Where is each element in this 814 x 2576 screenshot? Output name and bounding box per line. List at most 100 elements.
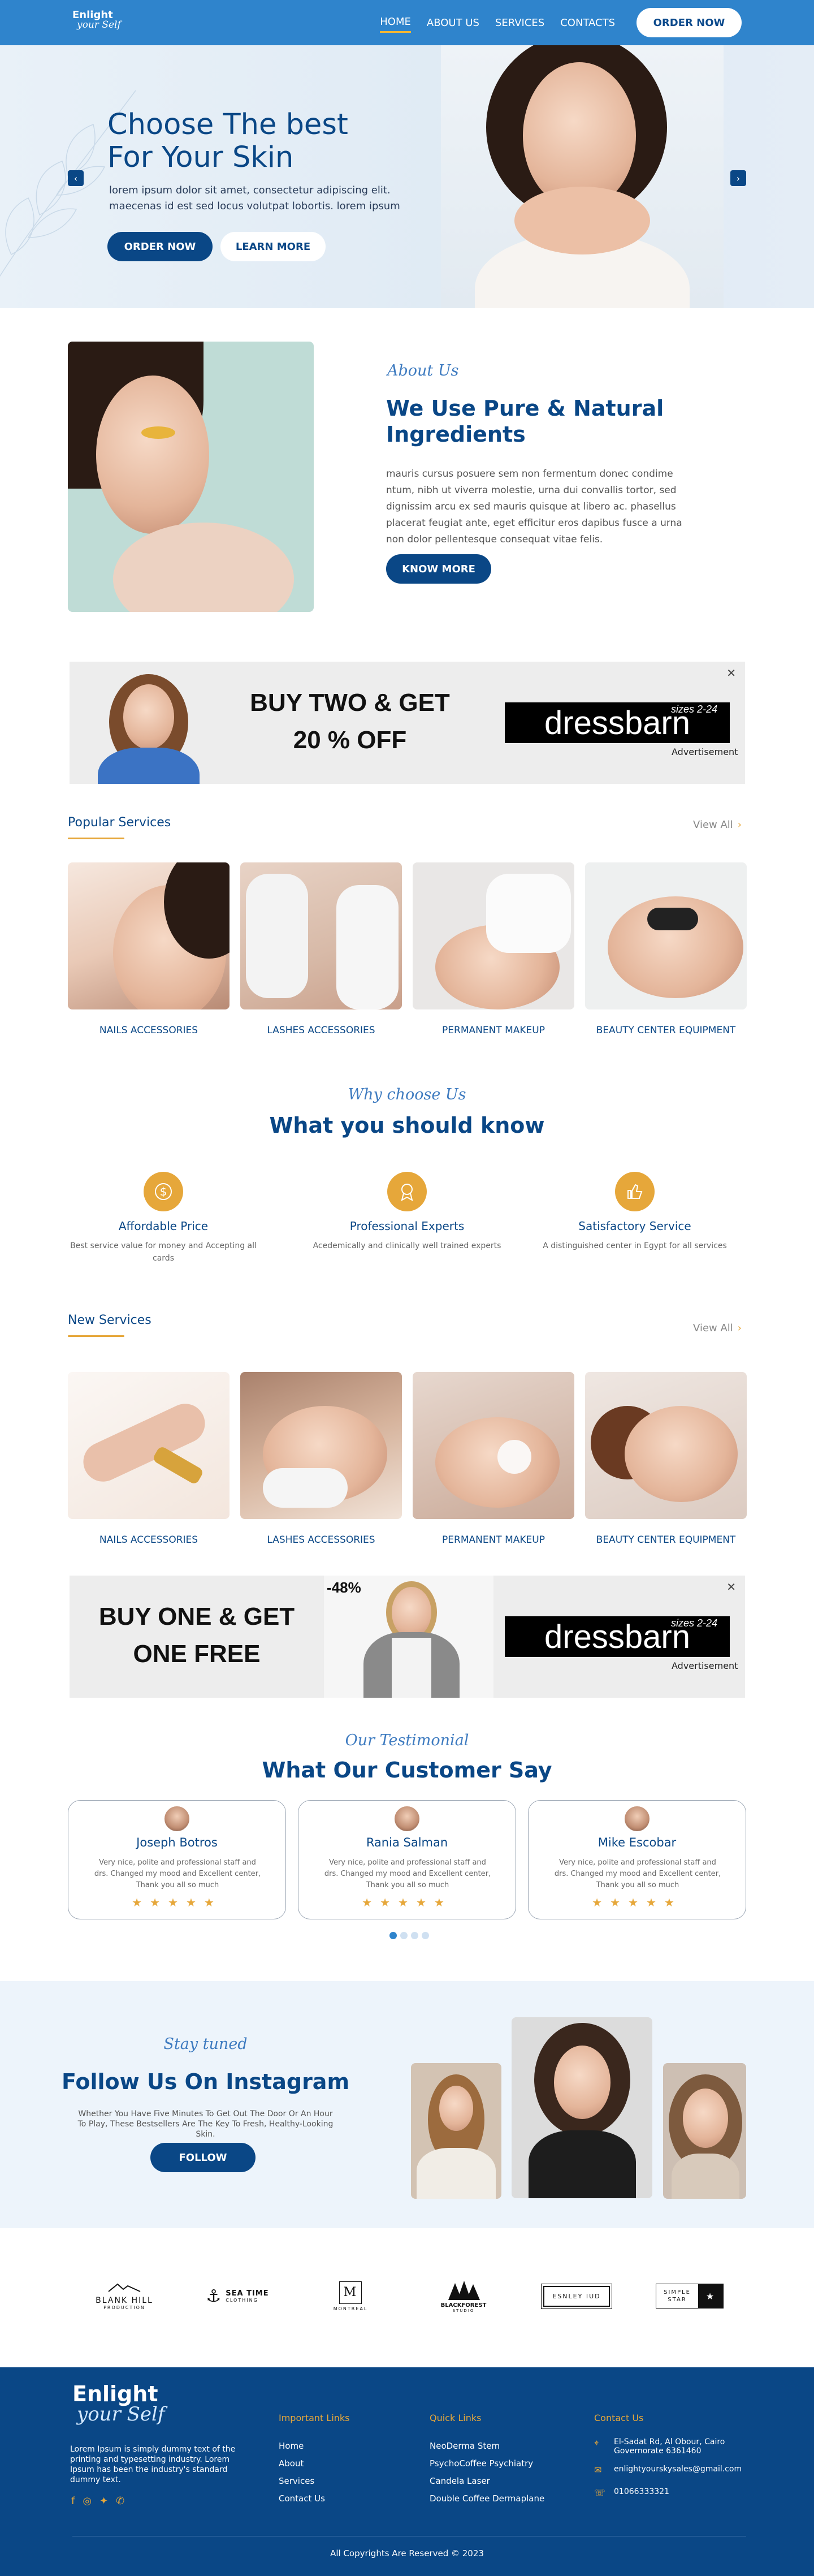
instagram-description: Whether You Have Five Minutes To Get Out…	[77, 2109, 334, 2139]
know-more-button[interactable]: KNOW MORE	[386, 554, 491, 584]
footer-description: Lorem Ipsum is simply dummy text of the …	[70, 2445, 236, 2484]
why-item-title: Affordable Price	[118, 1219, 209, 1233]
thumbs-up-icon	[615, 1172, 655, 1211]
nav-contacts[interactable]: CONTACTS	[560, 14, 615, 32]
star-icon: ★	[698, 2284, 723, 2309]
why-item-text: A distinguished center in Egypt for all …	[543, 1241, 727, 1250]
popular-services-heading: Popular Services	[68, 815, 171, 839]
service-label-nails[interactable]: NAILS ACCESSORIES	[68, 1025, 230, 1036]
instagram-section: Stay tuned Follow Us On Instagram Whethe…	[0, 1981, 814, 2228]
footer-address: El-Sadat Rd, Al Obour, Cairo Governorate…	[614, 2437, 725, 2456]
new-services-view-all-link[interactable]: View All ›	[693, 1322, 742, 1334]
location-icon: ⌖	[594, 2437, 600, 2448]
footer-link-services[interactable]: Services	[279, 2476, 314, 2486]
footer-logo-line-1: Enlight	[72, 2381, 158, 2406]
new-service-photo-permanent-makeup[interactable]	[413, 1372, 574, 1519]
testimonial-card: Joseph Botros Very nice, polite and prof…	[68, 1800, 286, 1919]
nav-about-us[interactable]: ABOUT US	[427, 14, 479, 32]
footer-quick-link[interactable]: Double Coffee Dermaplane	[430, 2493, 544, 2504]
carousel-dot[interactable]	[422, 1932, 429, 1939]
main-nav: HOME ABOUT US SERVICES CONTACTS ORDER NO…	[380, 0, 742, 45]
footer-link-about[interactable]: About	[279, 2458, 304, 2469]
follow-button[interactable]: FOLLOW	[150, 2143, 256, 2172]
brand-logo-sea-time[interactable]: ⚓ SEA TIME CLOTHING	[198, 2276, 277, 2316]
avatar	[163, 1805, 190, 1832]
testimonial-script-label: Our Testimonial	[345, 1732, 469, 1749]
brand-logo-simple-star[interactable]: SIMPLE STAR ★	[650, 2276, 729, 2316]
instagram-icon[interactable]: ◎	[83, 2495, 92, 2507]
twitter-icon[interactable]: ✦	[99, 2495, 108, 2507]
whatsapp-icon[interactable]: ✆	[116, 2495, 124, 2507]
hero-next-arrow[interactable]: ›	[730, 170, 746, 186]
brand-logo-montreal[interactable]: M MONTREAL	[317, 2276, 384, 2316]
ad-model-photo	[92, 674, 205, 784]
tree-icon	[448, 2280, 480, 2300]
new-service-label-nails[interactable]: NAILS ACCESSORIES	[68, 1534, 230, 1546]
hero-order-button[interactable]: ORDER NOW	[107, 232, 213, 261]
new-service-label-permanent-makeup[interactable]: PERMANENT MAKEUP	[413, 1534, 574, 1546]
service-photo-nails[interactable]	[68, 862, 230, 1009]
ad-headline: BUY TWO & GET 20 % OFF	[231, 684, 469, 759]
site-logo[interactable]: Enlight your Self	[72, 10, 121, 30]
service-photo-beauty-equipment[interactable]	[585, 862, 747, 1009]
why-script-label: Why choose Us	[348, 1086, 466, 1103]
footer-link-home[interactable]: Home	[279, 2441, 304, 2451]
brand-logo-blank-hill[interactable]: BLANK HILL PRODUCTION	[79, 2276, 170, 2316]
service-photo-permanent-makeup[interactable]	[413, 862, 574, 1009]
rating-stars-icon: ★★★★★	[592, 1896, 682, 1909]
ad2-headline: BUY ONE & GET ONE FREE	[70, 1598, 324, 1673]
carousel-dot-active[interactable]	[389, 1932, 397, 1939]
instagram-photo-1[interactable]	[411, 2063, 501, 2199]
brand-sub: MONTREAL	[333, 2306, 368, 2311]
avatar	[624, 1805, 651, 1832]
ad-close-icon[interactable]: ✕	[726, 666, 736, 680]
instagram-photo-2[interactable]	[512, 2017, 652, 2198]
carousel-dot[interactable]	[411, 1932, 418, 1939]
footer-link-contact-us[interactable]: Contact Us	[279, 2493, 325, 2504]
nav-home[interactable]: HOME	[380, 12, 411, 33]
header-order-button[interactable]: ORDER NOW	[637, 8, 742, 37]
new-service-photo-beauty-equipment[interactable]	[585, 1372, 747, 1519]
avatar	[393, 1805, 421, 1832]
brand-name: BLACKFOREST	[440, 2302, 487, 2309]
footer-logo[interactable]: Enlight your Self	[72, 2383, 165, 2424]
dressbarn-size-tag: sizes 2-24	[670, 1617, 717, 1629]
brand-logo-blackforest[interactable]: BLACKFOREST STUDIO	[430, 2276, 497, 2316]
footer-quick-link[interactable]: PsychoCoffee Psychiatry	[430, 2458, 533, 2469]
logo-line-2: your Self	[77, 19, 121, 31]
footer-email[interactable]: enlightyourskysales@gmail.com	[614, 2465, 742, 2474]
new-service-photo-lashes[interactable]	[240, 1372, 402, 1519]
footer-phone[interactable]: 01066333321	[614, 2487, 669, 2496]
footer-quick-link[interactable]: Candela Laser	[430, 2476, 490, 2486]
ad-close-icon[interactable]: ✕	[726, 1580, 736, 1594]
popular-view-all-link[interactable]: View All ›	[693, 819, 742, 831]
new-service-label-beauty-equipment[interactable]: BEAUTY CENTER EQUIPMENT	[585, 1534, 747, 1546]
new-service-photo-nails[interactable]	[68, 1372, 230, 1519]
facebook-icon[interactable]: f	[71, 2495, 75, 2507]
carousel-dot[interactable]	[400, 1932, 408, 1939]
brand-logo-esnley[interactable]: ESNLEY IUD	[537, 2276, 616, 2316]
advertisement-banner-2[interactable]: BUY ONE & GET ONE FREE -48% dressbarn si…	[70, 1576, 745, 1698]
instagram-photo-3[interactable]	[663, 2063, 746, 2199]
view-all-label: View All	[693, 1322, 733, 1334]
new-services-heading: New Services	[68, 1313, 151, 1337]
why-item-title: Professional Experts	[349, 1219, 465, 1233]
service-photo-lashes[interactable]	[240, 862, 402, 1009]
hero-title-line-1: Choose The best	[107, 108, 348, 141]
new-service-label-lashes[interactable]: LASHES ACCESSORIES	[240, 1534, 402, 1546]
footer-quick-link[interactable]: NeoDerma Stem	[430, 2441, 500, 2451]
site-header: Enlight your Self HOME ABOUT US SERVICES…	[0, 0, 814, 45]
dressbarn-logo-text: dressbarn	[544, 1618, 690, 1655]
advertisement-banner-1[interactable]: BUY TWO & GET 20 % OFF dressbarn sizes 2…	[70, 662, 745, 784]
svg-text:$: $	[160, 1185, 167, 1198]
nav-services[interactable]: SERVICES	[495, 14, 544, 32]
service-label-permanent-makeup[interactable]: PERMANENT MAKEUP	[413, 1025, 574, 1036]
ad-label: Advertisement	[672, 747, 738, 757]
service-label-beauty-equipment[interactable]: BEAUTY CENTER EQUIPMENT	[585, 1025, 747, 1036]
social-links: f ◎ ✦ ✆	[71, 2495, 124, 2507]
service-label-lashes[interactable]: LASHES ACCESSORIES	[240, 1025, 402, 1036]
ad2-discount: -48%	[327, 1579, 361, 1596]
hero-prev-arrow[interactable]: ‹	[68, 170, 84, 186]
view-all-label: View All	[693, 819, 733, 831]
hero-learn-more-button[interactable]: LEARN MORE	[220, 232, 326, 261]
